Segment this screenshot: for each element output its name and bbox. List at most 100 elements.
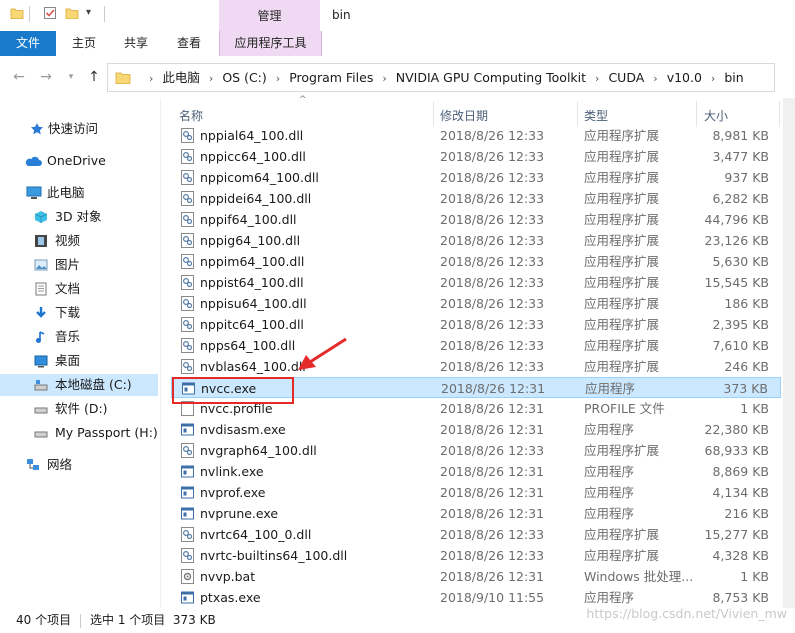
recent-locations-chevron-icon[interactable]: ▾ — [62, 68, 80, 86]
file-type: 应用程序扩展 — [584, 296, 660, 311]
sidebar-item-downloads[interactable]: 下载 — [0, 302, 158, 324]
file-type: 应用程序 — [585, 381, 636, 396]
forward-arrow-icon[interactable]: → — [37, 68, 55, 86]
breadcrumb-this-pc[interactable]: 此电脑 — [162, 64, 200, 91]
breadcrumb-version[interactable]: v10.0 — [667, 64, 702, 91]
file-name: nppidei64_100.dll — [200, 191, 312, 206]
sidebar-item-videos[interactable]: 视频 — [0, 230, 158, 252]
column-divider[interactable] — [696, 101, 697, 127]
drive-icon — [34, 431, 48, 438]
breadcrumb-nvidia-toolkit[interactable]: NVIDIA GPU Computing Toolkit — [396, 64, 586, 91]
properties-icon[interactable] — [43, 6, 57, 20]
breadcrumb-chevron-icon[interactable]: › — [276, 65, 280, 92]
column-divider[interactable] — [433, 101, 434, 127]
breadcrumb-chevron-icon[interactable]: › — [595, 65, 599, 92]
drive-icon — [34, 407, 48, 414]
file-row[interactable]: nvgraph64_100.dll 2018/8/26 12:33 应用程序扩展 68… — [171, 440, 781, 461]
sidebar-item-onedrive[interactable]: OneDrive — [0, 150, 158, 172]
file-row[interactable]: nvrtc64_100_0.dll 2018/8/26 12:33 应用程序扩展 15… — [171, 524, 781, 545]
tab-application-tools[interactable]: 应用程序工具 — [219, 31, 322, 56]
file-row[interactable]: nvprune.exe 2018/8/26 12:31 应用程序 216 KB — [171, 503, 781, 524]
file-size: 186 KB — [724, 296, 769, 311]
quick-access-dropdown-icon[interactable]: ▾ — [86, 7, 91, 18]
file-row[interactable]: nppif64_100.dll 2018/8/26 12:33 应用程序扩展 44,7… — [171, 209, 781, 230]
file-row[interactable]: nppial64_100.dll 2018/8/26 12:33 应用程序扩展 8,9… — [171, 125, 781, 146]
vertical-scrollbar[interactable] — [783, 98, 795, 608]
file-row[interactable]: nppidei64_100.dll 2018/8/26 12:33 应用程序扩展 6,… — [171, 188, 781, 209]
file-name: nppitc64_100.dll — [200, 317, 304, 332]
sidebar-item-label: 音乐 — [55, 329, 81, 344]
sidebar-item-desktop[interactable]: 桌面 — [0, 350, 158, 372]
toolbar-divider — [104, 6, 105, 22]
back-arrow-icon[interactable]: ← — [10, 68, 28, 86]
sidebar-item-quick-access[interactable]: 快速访问 — [0, 118, 158, 140]
file-row[interactable]: nvprof.exe 2018/8/26 12:31 应用程序 4,134 KB — [171, 482, 781, 503]
sidebar-item-pictures[interactable]: 图片 — [0, 254, 158, 276]
file-date: 2018/8/26 12:31 — [440, 422, 545, 437]
column-divider[interactable] — [779, 101, 780, 127]
file-row[interactable]: ptxas.exe 2018/9/10 11:55 应用程序 8,753 KB — [171, 587, 781, 608]
sidebar-item-drive-d[interactable]: 软件 (D:) — [0, 398, 158, 420]
breadcrumb-chevron-icon[interactable]: › — [209, 65, 213, 92]
breadcrumb-chevron-icon[interactable]: › — [653, 65, 657, 92]
music-icon — [36, 331, 45, 343]
sidebar-item-local-disk-c[interactable]: 本地磁盘 (C:) — [0, 374, 158, 396]
exe-file-icon — [181, 422, 194, 437]
breadcrumb-chevron-icon[interactable]: › — [149, 65, 153, 92]
file-name: nppist64_100.dll — [200, 275, 304, 290]
folder-icon[interactable] — [10, 6, 24, 20]
file-size: 3,477 KB — [712, 149, 769, 164]
file-size: 7,610 KB — [712, 338, 769, 353]
file-row[interactable]: nppisu64_100.dll 2018/8/26 12:33 应用程序扩展 186… — [171, 293, 781, 314]
new-folder-icon[interactable] — [65, 6, 79, 20]
breadcrumb-os-c[interactable]: OS (C:) — [222, 64, 266, 91]
file-size: 246 KB — [724, 359, 769, 374]
column-divider[interactable] — [577, 101, 578, 127]
sidebar-item-this-pc[interactable]: 此电脑 — [0, 182, 158, 204]
status-divider — [80, 614, 81, 628]
file-row[interactable]: nvdisasm.exe 2018/8/26 12:31 应用程序 22,380 KB — [171, 419, 781, 440]
breadcrumb-bin[interactable]: bin — [724, 64, 743, 91]
file-row[interactable]: nvlink.exe 2018/8/26 12:31 应用程序 8,869 KB — [171, 461, 781, 482]
file-type: 应用程序扩展 — [584, 527, 660, 542]
breadcrumb-program-files[interactable]: Program Files — [289, 64, 373, 91]
file-row[interactable]: nppim64_100.dll 2018/8/26 12:33 应用程序扩展 5,63… — [171, 251, 781, 272]
sidebar-item-documents[interactable]: 文档 — [0, 278, 158, 300]
address-bar[interactable]: › 此电脑 › OS (C:) › Program Files › NVIDIA GPU Co… — [107, 63, 775, 92]
file-row[interactable]: nppicc64_100.dll 2018/8/26 12:33 应用程序扩展 3,4… — [171, 146, 781, 167]
tab-share[interactable]: 共享 — [114, 31, 158, 56]
file-row[interactable]: nvrtc-builtins64_100.dll 2018/8/26 12:33 应… — [171, 545, 781, 566]
file-date: 2018/8/26 12:33 — [440, 296, 545, 311]
navigation-pane: 快速访问 OneDrive 此电脑 3D 对象 视频 图片 文档 下载 音乐 桌… — [0, 98, 160, 608]
column-header-name[interactable]: 名称 — [179, 107, 203, 124]
breadcrumb-chevron-icon[interactable]: › — [711, 65, 715, 92]
file-row[interactable]: nvblas64_100.dll 2018/8/26 12:33 应用程序扩展 246… — [171, 356, 781, 377]
context-tab-group-label[interactable]: 管理 — [219, 0, 320, 31]
sidebar-item-3d-objects[interactable]: 3D 对象 — [0, 206, 158, 228]
tab-home[interactable]: 主页 — [62, 31, 106, 56]
file-row[interactable]: nppist64_100.dll 2018/8/26 12:33 应用程序扩展 15,… — [171, 272, 781, 293]
up-arrow-icon[interactable]: ↑ — [85, 68, 103, 86]
pane-divider[interactable] — [160, 98, 161, 608]
file-row[interactable]: nppitc64_100.dll 2018/8/26 12:33 应用程序扩展 2,3… — [171, 314, 781, 335]
sidebar-item-network[interactable]: 网络 — [0, 454, 158, 476]
file-row[interactable]: nppicom64_100.dll 2018/8/26 12:33 应用程序扩展 93… — [171, 167, 781, 188]
sidebar-item-music[interactable]: 音乐 — [0, 326, 158, 348]
breadcrumb-cuda[interactable]: CUDA — [608, 64, 644, 91]
file-row[interactable]: nvvp.bat 2018/8/26 12:31 Windows 批处理... 1 K… — [171, 566, 781, 587]
file-name: ptxas.exe — [200, 590, 261, 605]
file-size: 5,630 KB — [712, 254, 769, 269]
file-type: 应用程序扩展 — [584, 233, 660, 248]
tab-view[interactable]: 查看 — [167, 31, 211, 56]
file-row[interactable]: npps64_100.dll 2018/8/26 12:33 应用程序扩展 7,610… — [171, 335, 781, 356]
dll-file-icon — [181, 296, 194, 311]
column-header-type[interactable]: 类型 — [584, 107, 608, 124]
tab-file[interactable]: 文件 — [0, 31, 56, 56]
column-header-date[interactable]: 修改日期 — [440, 107, 488, 124]
column-header-size[interactable]: 大小 — [704, 107, 728, 124]
file-row[interactable]: nppig64_100.dll 2018/8/26 12:33 应用程序扩展 23,1… — [171, 230, 781, 251]
breadcrumb-chevron-icon[interactable]: › — [382, 65, 386, 92]
dll-file-icon — [181, 170, 194, 185]
sidebar-item-my-passport-h[interactable]: My Passport (H:) — [0, 422, 158, 444]
exe-file-icon — [181, 464, 194, 479]
